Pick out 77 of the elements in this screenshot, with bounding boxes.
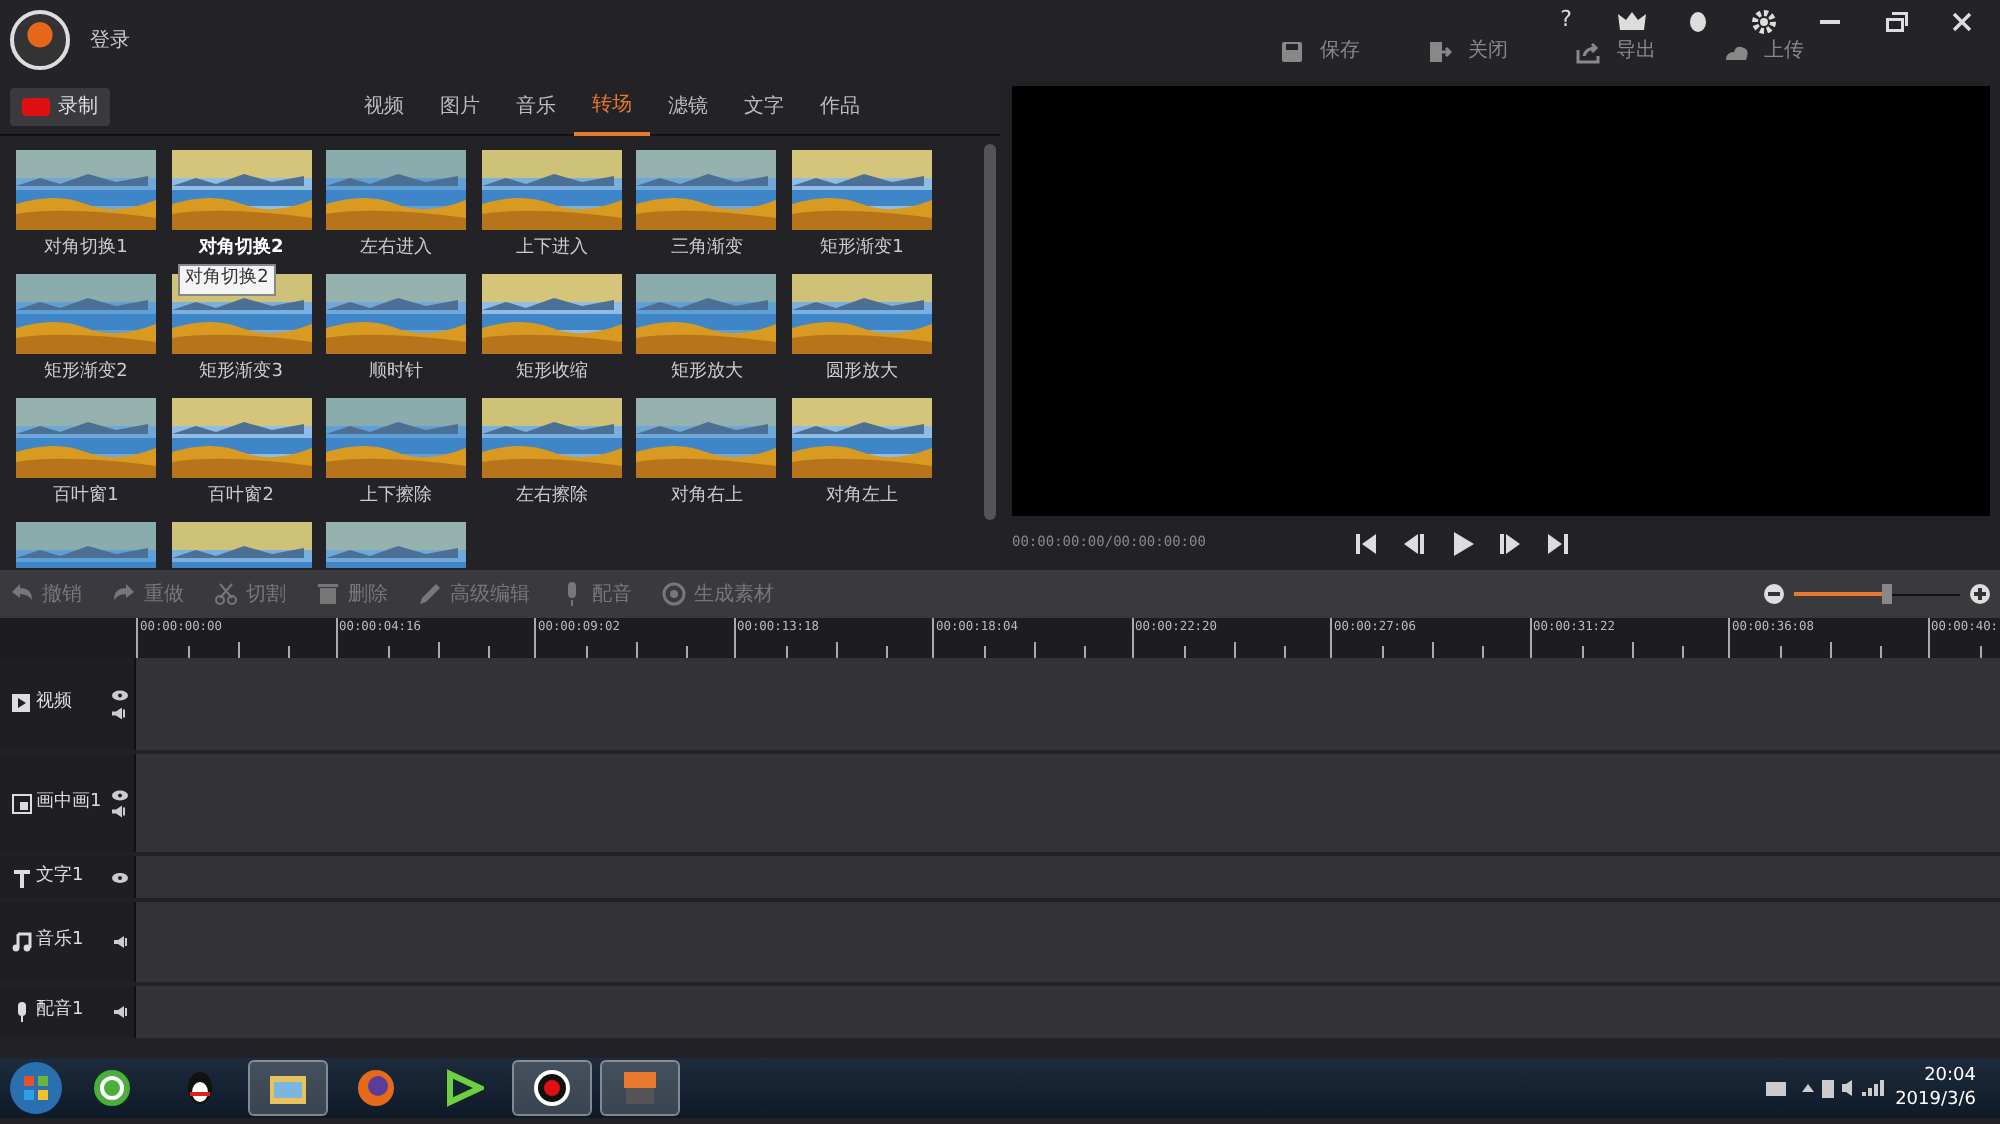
play-square-icon [12,694,32,714]
record-button[interactable]: 录制 [10,88,110,126]
export-icon [1576,39,1600,63]
scrollbar[interactable] [984,144,996,520]
transition-label[interactable]: 左右擦除 [481,478,622,516]
close-icon [1952,11,1972,31]
transition-label[interactable]: 矩形渐变3 [171,354,312,392]
exit-button[interactable]: 关闭 [1428,36,1508,66]
transition-label[interactable]: 三角渐变 [636,230,777,268]
category-tab[interactable]: 文字 [726,79,802,135]
generate-icon [662,582,686,606]
category-tab[interactable]: 转场 [574,79,650,135]
category-tab[interactable]: 作品 [802,79,878,135]
picture-in-picture-icon [12,793,32,813]
app-icon [620,1068,660,1108]
transition-label[interactable]: 矩形收缩 [481,354,622,392]
login-link[interactable]: 登录 [90,25,130,55]
speaker-icon[interactable] [114,936,128,948]
transition-label[interactable]: 对角左上 [791,478,932,516]
eye-icon[interactable] [112,788,128,801]
text-icon [12,867,32,887]
transition-label[interactable]: 对角右上 [636,478,777,516]
zoom-in-icon[interactable] [1970,584,1990,604]
microphone-icon [12,1002,32,1022]
upload-button[interactable]: 上传 [1724,36,1804,66]
music-note-icon [12,932,32,952]
category-tab[interactable]: 视频 [346,79,422,135]
transition-label[interactable]: 矩形渐变2 [16,354,156,392]
edit-icon [418,582,442,606]
transition-label[interactable]: 顺时针 [326,354,467,392]
play-icon [444,1068,484,1108]
save-icon [1280,39,1304,63]
clock-date: 2019/3/6 [1895,1088,1976,1112]
zoom-out-icon[interactable] [1764,584,1784,604]
transition-label[interactable]: 百叶窗1 [16,478,156,516]
delete-icon [316,582,340,606]
track-label: 配音1 [36,998,84,1025]
transition-label[interactable]: 左右进入 [326,230,467,268]
eye-icon[interactable] [112,689,128,702]
export-button[interactable]: 导出 [1576,36,1656,66]
transition-label[interactable]: 百叶窗2 [171,478,312,516]
cut-icon [214,582,238,606]
restore-icon [1885,11,1907,31]
transition-label[interactable]: 上下擦除 [326,478,467,516]
vip-crown-icon [1618,12,1646,30]
transition-label[interactable]: 矩形放大 [636,354,777,392]
eye-icon[interactable] [112,871,128,883]
transition-label[interactable]: 上下进入 [481,230,622,268]
record-icon [532,1068,572,1108]
minimize-icon [1820,19,1840,23]
camera-icon [22,98,50,116]
help-button[interactable]: ? [1538,5,1594,37]
save-button[interactable]: 保存 [1280,36,1360,66]
category-tab[interactable]: 音乐 [498,79,574,135]
taskbar-app[interactable] [512,1060,592,1116]
track-label: 视频 [36,690,72,717]
category-tab[interactable]: 滤镜 [650,79,726,135]
speaker-icon[interactable] [112,805,126,818]
clock-time: 20:04 [1924,1064,1976,1088]
app-logo [10,10,70,70]
track-label: 音乐1 [36,928,84,955]
transition-label[interactable]: 对角切换1 [16,230,156,268]
taskbar-app[interactable] [248,1060,328,1116]
play-button[interactable] [1448,527,1476,559]
transition-label[interactable]: 对角切换2 [171,230,312,268]
tooltip: 对角切换2 [177,264,277,295]
speaker-icon[interactable] [114,1006,128,1018]
exit-icon [1428,39,1452,63]
category-tab[interactable]: 图片 [422,79,498,135]
system-tray-drawing [1765,1078,1886,1098]
transition-label[interactable]: 矩形渐变1 [791,230,932,268]
track-label: 画中画1 [36,789,102,816]
speaker-icon[interactable] [112,706,126,719]
settings-icon [1752,9,1776,33]
start-button[interactable] [8,1060,64,1116]
track-label: 文字1 [36,863,84,890]
transition-label[interactable]: 圆形放大 [791,354,932,392]
